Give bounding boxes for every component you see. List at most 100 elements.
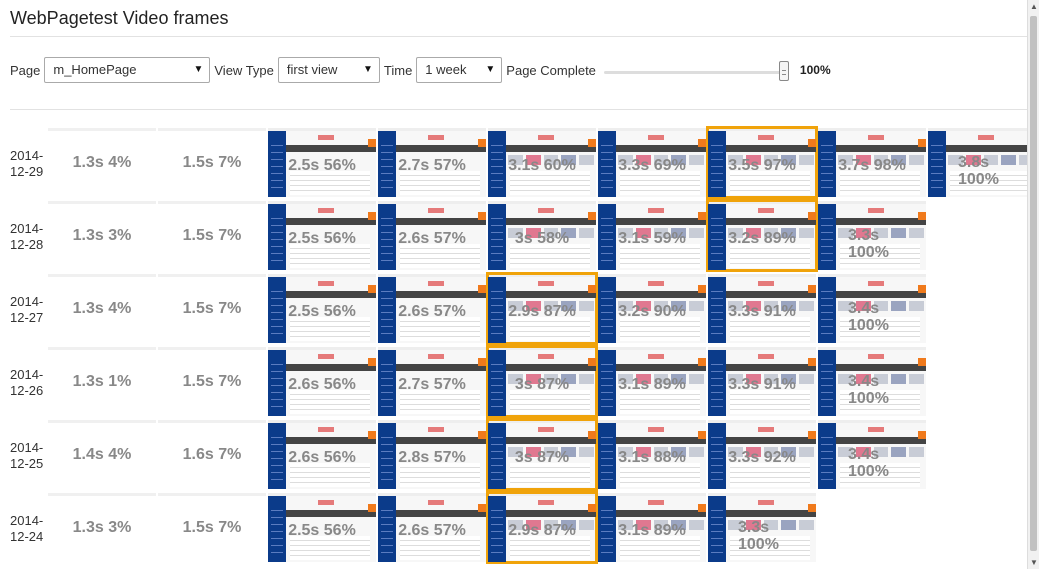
video-frame[interactable]: 1.5s 7% <box>158 201 266 270</box>
frame-bar <box>836 139 926 152</box>
row-date: 2014- 12-24 <box>10 513 48 545</box>
video-frame[interactable]: 2.8s 57% <box>378 420 486 489</box>
video-frame[interactable]: 3.1s 88% <box>598 420 706 489</box>
frame-logo <box>868 281 884 286</box>
video-frame[interactable]: 3.1s 89% <box>598 493 706 562</box>
frame-logo <box>428 354 444 359</box>
video-frame[interactable]: 1.3s 3% <box>48 201 156 270</box>
scrollbar-thumb[interactable] <box>1030 16 1037 551</box>
video-frame[interactable]: 1.5s 7% <box>158 493 266 562</box>
time-select[interactable]: 1 week ▼ <box>416 57 503 83</box>
frame-logo <box>758 281 774 286</box>
video-frame[interactable]: 3.1s 60% <box>488 128 596 197</box>
video-frame[interactable]: 2.9s 87% <box>486 272 598 345</box>
frame-label-line: 3.1s 89% <box>618 376 686 393</box>
frame-label-line: 2.9s 87% <box>508 522 576 539</box>
video-frame[interactable]: 3.1s 89% <box>598 347 706 416</box>
video-frame[interactable]: 3.2s 90% <box>598 274 706 343</box>
video-frame[interactable]: 3.8s 100% <box>928 128 1036 197</box>
page-select[interactable]: m_HomePage ▼ <box>44 57 211 83</box>
video-frame[interactable]: 3.1s 59% <box>598 201 706 270</box>
video-frame[interactable]: 2.6s 57% <box>378 493 486 562</box>
video-frame[interactable]: 3.4s 100% <box>818 420 926 489</box>
frame-label-line: 100% <box>848 390 889 407</box>
video-frame[interactable]: 2.7s 57% <box>378 347 486 416</box>
view-type-select-value: first view <box>286 62 338 77</box>
frame-label: 3.3s 91% <box>708 303 816 321</box>
video-frame[interactable]: 3.4s 100% <box>818 274 926 343</box>
view-type-select[interactable]: first view ▼ <box>277 57 380 83</box>
frame-label-line: 2.7s 57% <box>398 157 466 174</box>
video-frame[interactable]: 1.3s 3% <box>48 493 156 562</box>
row-date-part: 12-27 <box>10 310 44 325</box>
video-frame[interactable]: 3s 58% <box>488 201 596 270</box>
frame-label-line: 3.4s <box>848 373 880 390</box>
frame-bar <box>616 285 706 298</box>
frame-label: 1.5s 7% <box>158 373 266 391</box>
frame-bar <box>616 504 706 517</box>
frame-label: 1.3s 4% <box>48 300 156 318</box>
video-frame[interactable]: 1.3s 4% <box>48 128 156 197</box>
video-frame[interactable]: 1.5s 7% <box>158 128 266 197</box>
video-frame[interactable]: 1.5s 7% <box>158 347 266 416</box>
page-label: Page <box>10 62 41 78</box>
video-frame[interactable]: 2.5s 56% <box>268 274 376 343</box>
frame-label: 3.1s 89% <box>598 376 706 394</box>
video-frame[interactable]: 3s 87% <box>486 418 598 491</box>
frame-logo <box>538 354 554 359</box>
video-frame[interactable]: 3.3s 92% <box>708 420 816 489</box>
frame-label-line: 3s 87% <box>514 449 570 466</box>
slider-handle[interactable] <box>778 61 789 81</box>
frame-bar <box>286 431 376 444</box>
video-frame[interactable]: 3.5s 97% <box>706 126 818 199</box>
scroll-down-icon[interactable]: ▼ <box>1030 558 1038 567</box>
video-frame[interactable]: 2.6s 57% <box>378 201 486 270</box>
video-frame[interactable]: 3.3s 91% <box>708 347 816 416</box>
video-frame[interactable]: 2.6s 57% <box>378 274 486 343</box>
frame-logo <box>978 135 994 140</box>
video-frame[interactable]: 2.5s 56% <box>268 201 376 270</box>
frame-label: 1.5s 7% <box>158 519 266 537</box>
video-frame[interactable]: 1.4s 4% <box>48 420 156 489</box>
video-frame[interactable]: 3.7s 98% <box>818 128 926 197</box>
vertical-scrollbar[interactable]: ▲ ▼ <box>1027 0 1039 569</box>
frame-bar <box>836 212 926 225</box>
video-frame[interactable]: 2.5s 56% <box>268 128 376 197</box>
video-frame[interactable]: 2.5s 56% <box>268 493 376 562</box>
video-frame[interactable]: 3.3s 91% <box>708 274 816 343</box>
frame-label: 1.5s 7% <box>158 154 266 172</box>
row-date-part: 12-26 <box>10 383 44 398</box>
frame-logo <box>538 281 554 286</box>
frame-label: 2.5s 56% <box>268 230 376 248</box>
frame-label-line: 3.7s 98% <box>838 157 906 174</box>
page-complete-slider[interactable] <box>603 57 794 83</box>
video-frame[interactable]: 1.3s 4% <box>48 274 156 343</box>
row-date: 2014- 12-29 <box>10 148 48 180</box>
video-frame[interactable]: 3.3s 69% <box>598 128 706 197</box>
video-frame[interactable]: 3.3s 100% <box>818 201 926 270</box>
frame-label-line: 2.5s 56% <box>288 157 356 174</box>
frame-bar <box>506 504 596 517</box>
video-frame[interactable]: 2.6s 56% <box>268 420 376 489</box>
frame-label: 3.1s 59% <box>598 230 706 248</box>
video-frame[interactable]: 1.3s 1% <box>48 347 156 416</box>
frame-label: 3.4s 100% <box>848 446 926 480</box>
video-frame[interactable]: 3s 87% <box>486 345 598 418</box>
video-frame[interactable]: 2.9s 87% <box>486 491 598 564</box>
video-frame[interactable]: 1.6s 7% <box>158 420 266 489</box>
frame-logo <box>758 135 774 140</box>
video-frame[interactable]: 2.6s 56% <box>268 347 376 416</box>
video-frame[interactable]: 2.7s 57% <box>378 128 486 197</box>
scroll-up-icon[interactable]: ▲ <box>1030 2 1038 11</box>
frame-label: 1.3s 3% <box>48 227 156 245</box>
frame-label: 2.6s 57% <box>378 230 486 248</box>
frame-side <box>818 350 836 416</box>
frame-label-line: 100% <box>848 244 889 261</box>
video-frame[interactable]: 1.5s 7% <box>158 274 266 343</box>
video-frame[interactable]: 3.3s 100% <box>708 493 816 562</box>
video-frame[interactable]: 3.4s 100% <box>818 347 926 416</box>
video-frame[interactable]: 3.2s 89% <box>706 199 818 272</box>
frame-label: 3.2s 89% <box>708 230 816 248</box>
frame-label-line: 3.4s <box>848 300 880 317</box>
frame-side <box>708 496 726 562</box>
